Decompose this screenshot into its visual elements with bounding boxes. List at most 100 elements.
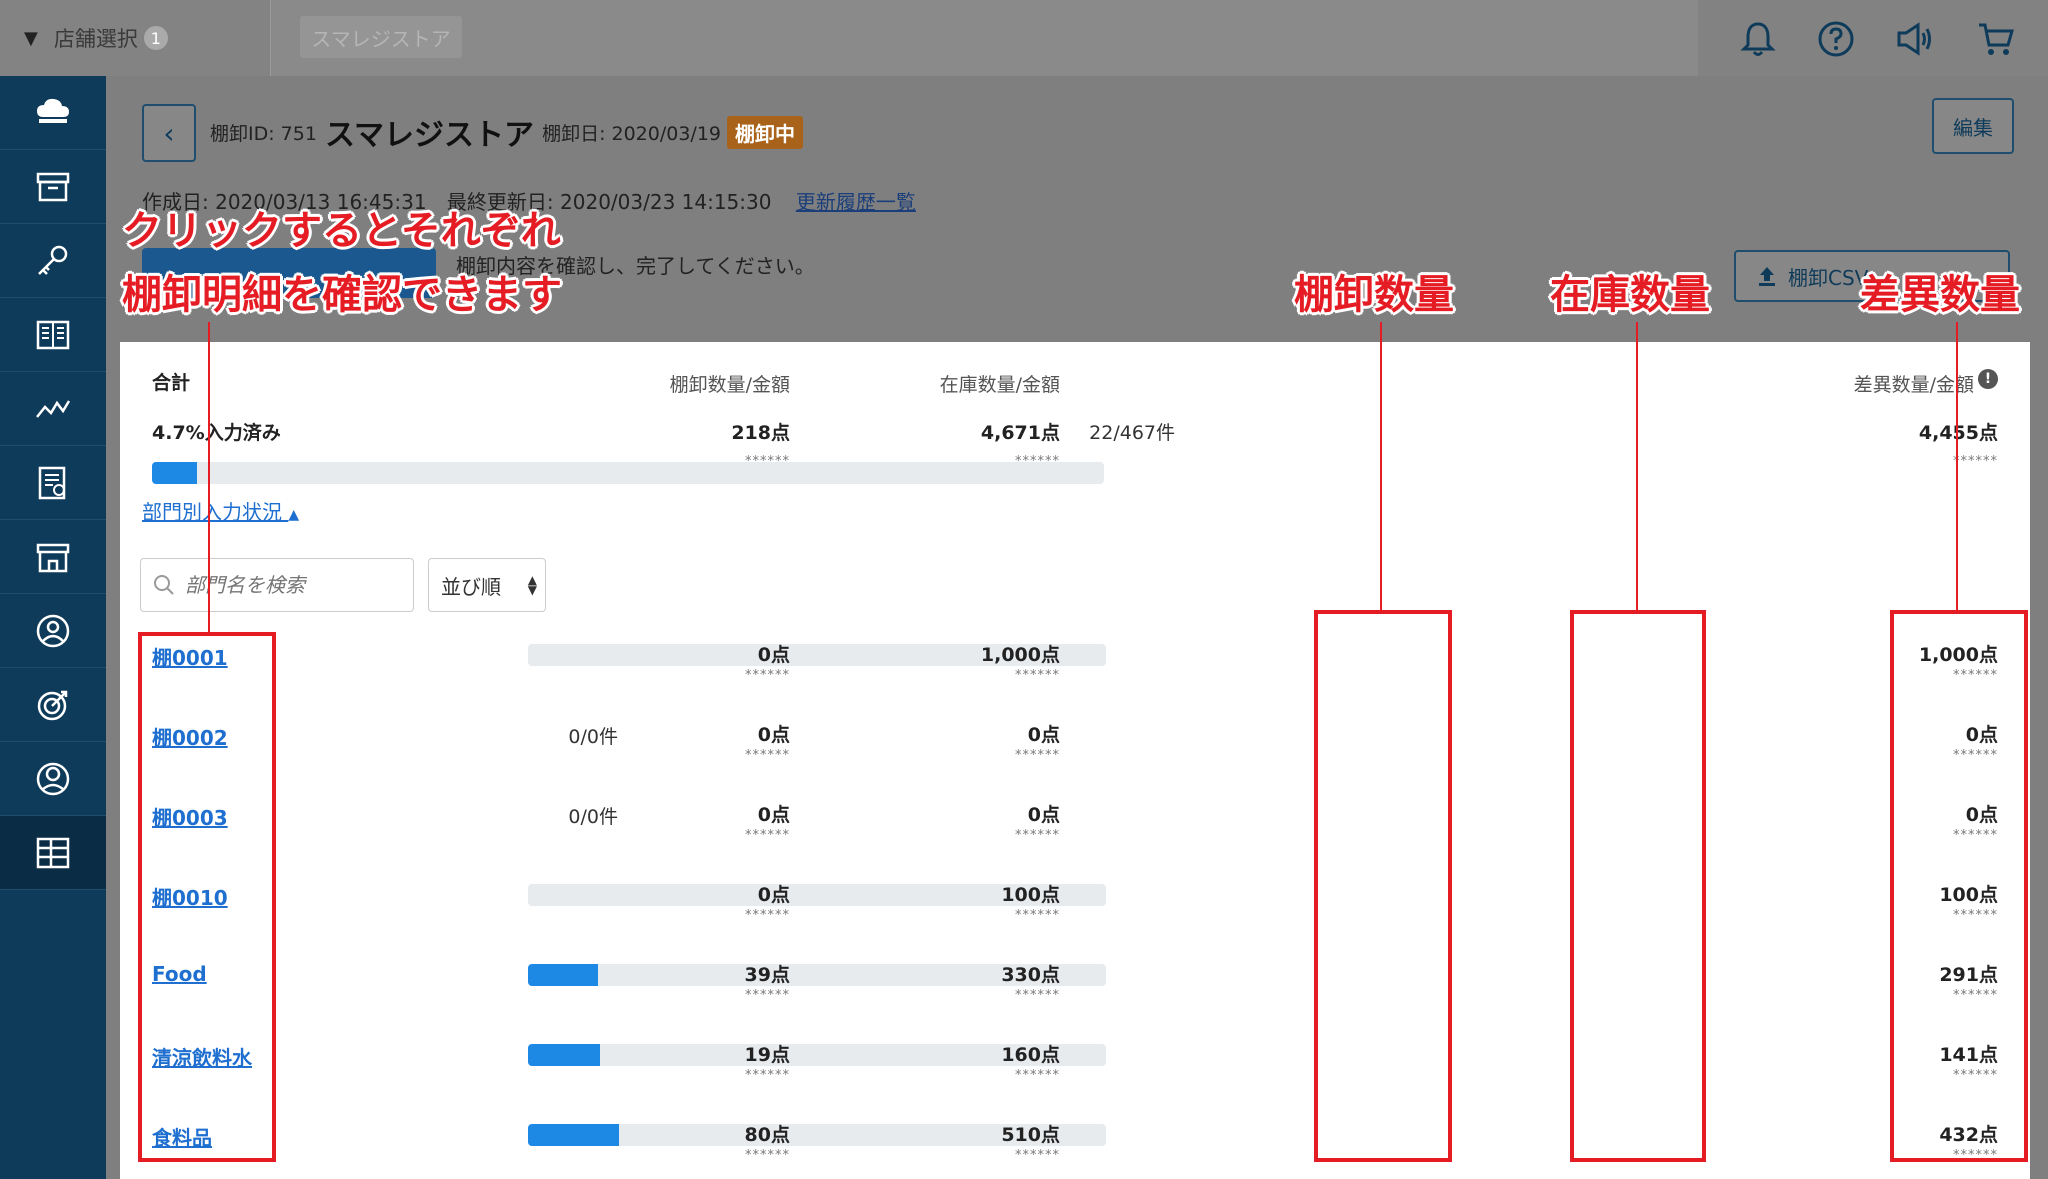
- total-progress-fill: [152, 462, 197, 484]
- back-button[interactable]: ‹: [142, 104, 196, 162]
- dept-amount-counted: ******: [745, 1068, 790, 1083]
- sidebar-item-user-circle[interactable]: [0, 594, 106, 668]
- dept-amount-counted: ******: [745, 1148, 790, 1163]
- cloud-icon: [37, 98, 69, 123]
- progress-text: 4.7%入力済み: [152, 422, 281, 444]
- sidebar-item-user[interactable]: [0, 742, 106, 816]
- annotation-box-stock: [1570, 610, 1706, 1162]
- annotation-col-stock: 在庫数量: [1550, 272, 1710, 318]
- sidebar-item-cloud[interactable]: [0, 76, 106, 150]
- sidebar-item-report[interactable]: [0, 446, 106, 520]
- sidebar-item-target[interactable]: [0, 668, 106, 742]
- store-chip[interactable]: スマレジストア: [300, 16, 462, 58]
- dept-amount-stock: ******: [1015, 1068, 1060, 1083]
- csv-button-label: 棚卸CSV: [1788, 265, 1869, 290]
- chevron-left-icon: ‹: [163, 116, 175, 150]
- annotation-line-names: [208, 322, 210, 632]
- page-title: スマレジストア: [324, 118, 535, 153]
- search-icon: [154, 575, 174, 595]
- annotation-click-line1: クリックするとそれぞれ: [122, 208, 561, 254]
- target-icon: [37, 690, 68, 720]
- total-counted: 218点: [731, 422, 790, 444]
- store-select[interactable]: ▼ 店舗選択 1: [0, 0, 271, 76]
- book-icon: [36, 320, 70, 349]
- total-diff: 4,455点: [1918, 422, 1998, 444]
- col-header-stock: 在庫数量/金額: [939, 374, 1060, 396]
- inventory-id: 棚卸ID: 751: [210, 122, 317, 145]
- dept-amount-stock: ******: [1015, 988, 1060, 1003]
- dept-qty-counted: 0点: [757, 724, 790, 746]
- total-stock: 4,671点: [980, 422, 1060, 444]
- progress-count: 22/467件: [1089, 422, 1175, 444]
- user-icon: [36, 762, 70, 795]
- sort-arrows-icon: ▲ ▼: [527, 573, 537, 597]
- dept-amount-counted: ******: [745, 988, 790, 1003]
- sidebar-item-key[interactable]: [0, 224, 106, 298]
- megaphone-icon[interactable]: [1894, 19, 1934, 59]
- dept-amount-stock: ******: [1015, 668, 1060, 683]
- upload-icon: [1759, 267, 1775, 286]
- sidebar: [0, 76, 106, 1179]
- dept-amount-counted: ******: [745, 908, 790, 923]
- dept-qty-counted: 0点: [757, 804, 790, 826]
- dept-search-box[interactable]: [140, 558, 414, 612]
- total-progress-bar: [152, 462, 1104, 484]
- annotation-line-diff: [1956, 322, 1958, 610]
- store-select-label: 店舗選択: [53, 27, 138, 51]
- dept-qty-counted: 0点: [757, 884, 790, 906]
- total-diff-amount: ******: [1953, 454, 1998, 469]
- dept-amount-stock: ******: [1015, 828, 1060, 843]
- dept-count: 0/0件: [568, 726, 618, 748]
- dept-qty-counted: 80点: [744, 1124, 790, 1146]
- dept-qty-stock: 160点: [1001, 1044, 1060, 1066]
- store-count-badge: 1: [143, 26, 168, 50]
- dept-qty-stock: 0点: [1027, 804, 1060, 826]
- annotation-box-diff: [1890, 610, 2028, 1162]
- key-icon: [38, 245, 68, 275]
- sidebar-item-chart[interactable]: [0, 372, 106, 446]
- total-label: 合計: [152, 372, 191, 394]
- dept-qty-counted: 39点: [744, 964, 790, 986]
- annotation-col-counted: 棚卸数量: [1294, 272, 1454, 318]
- dept-progress-fill: [528, 1124, 619, 1146]
- sidebar-item-store[interactable]: [0, 520, 106, 594]
- caret-up-icon: ▲: [288, 507, 300, 523]
- user-circle-icon: [36, 614, 70, 647]
- dept-count: 0/0件: [568, 806, 618, 828]
- annotation-box-names: [138, 632, 276, 1162]
- dept-amount-stock: ******: [1015, 748, 1060, 763]
- dept-toggle-link[interactable]: 部門別入力状況 ▲: [142, 496, 299, 525]
- history-link[interactable]: 更新履歴一覧: [796, 190, 916, 214]
- dept-amount-stock: ******: [1015, 908, 1060, 923]
- annotation-line-counted: [1380, 322, 1382, 610]
- cart-icon[interactable]: [1976, 19, 2016, 59]
- annotation-click-line2: 棚卸明細を確認できます: [122, 272, 562, 318]
- sidebar-item-book[interactable]: [0, 298, 106, 372]
- info-icon[interactable]: !: [1978, 369, 1998, 389]
- dept-search-input[interactable]: [183, 572, 387, 598]
- top-icon-bar: [1698, 0, 2048, 76]
- annotation-box-counted: [1314, 610, 1452, 1162]
- sidebar-item-archive[interactable]: [0, 150, 106, 224]
- annotation-line-stock: [1636, 322, 1638, 610]
- annotation-col-diff: 差異数量: [1860, 272, 2020, 318]
- bell-icon[interactable]: [1738, 19, 1778, 59]
- dept-qty-stock: 330点: [1001, 964, 1060, 986]
- help-icon[interactable]: [1816, 19, 1856, 59]
- sort-select-label: 並び順: [441, 574, 501, 599]
- dept-qty-counted: 0点: [757, 644, 790, 666]
- dept-qty-stock: 1,000点: [980, 644, 1060, 666]
- dept-progress-fill: [528, 964, 598, 986]
- report-icon: [38, 466, 66, 499]
- dept-qty-stock: 100点: [1001, 884, 1060, 906]
- sort-select[interactable]: 並び順 ▲ ▼: [428, 558, 546, 612]
- dept-progress-fill: [528, 1044, 601, 1066]
- sidebar-item-inventory-grid[interactable]: [0, 816, 106, 890]
- store-icon: [36, 543, 70, 572]
- dept-amount-stock: ******: [1015, 1148, 1060, 1163]
- edit-button[interactable]: 編集: [1932, 98, 2014, 154]
- status-badge: 棚卸中: [727, 115, 804, 149]
- col-header-counted: 棚卸数量/金額: [669, 374, 790, 396]
- dept-qty-stock: 510点: [1001, 1124, 1060, 1146]
- dept-amount-counted: ******: [745, 828, 790, 843]
